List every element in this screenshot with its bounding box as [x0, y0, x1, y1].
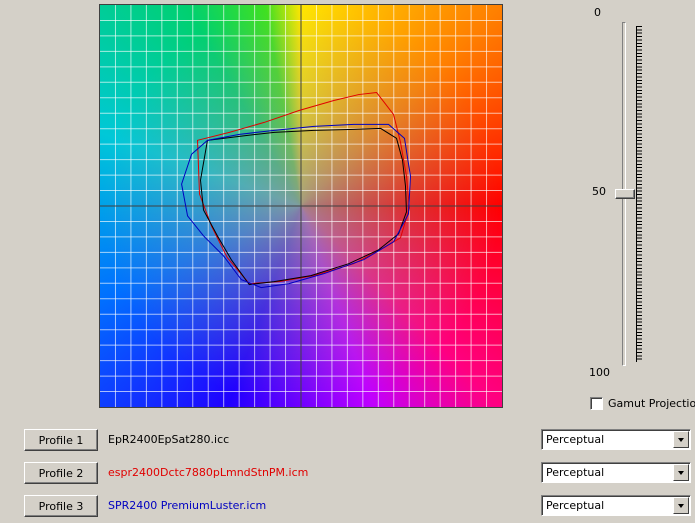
profile-2-intent-value: Perceptual	[546, 466, 605, 479]
lightness-slider-thumb[interactable]	[615, 189, 635, 199]
gamut-projection-label: Gamut Projection	[608, 396, 695, 410]
scale-label-max: 100	[589, 366, 610, 379]
chevron-down-icon[interactable]	[673, 464, 689, 481]
gamut-outline-profile-3	[181, 123, 411, 289]
scale-label-min: 0	[594, 6, 601, 19]
chevron-down-icon[interactable]	[673, 431, 689, 448]
profile-1-intent-value: Perceptual	[546, 433, 605, 446]
profile-3-intent-select[interactable]: Perceptual	[541, 495, 691, 516]
profile-1-button[interactable]: Profile 1	[24, 429, 98, 451]
gamut-outline-profile-2	[197, 92, 410, 285]
profile-3-name: SPR2400 PremiumLuster.icm	[108, 499, 267, 512]
profile-2-button[interactable]: Profile 2	[24, 462, 98, 484]
gamut-outlines	[181, 92, 411, 289]
lightness-slider-ticks	[636, 26, 642, 362]
gamut-projection-toggle[interactable]: Gamut Projection	[590, 396, 695, 410]
profile-1-intent-select[interactable]: Perceptual	[541, 429, 691, 450]
lab-color-plane	[99, 4, 503, 408]
chevron-down-icon[interactable]	[673, 497, 689, 514]
scale-label-mid: 50	[592, 185, 606, 198]
gamut-projection-checkbox[interactable]	[590, 396, 603, 410]
profile-2-name: espr2400Dctc7880pLmndStnPM.icm	[108, 466, 309, 479]
profile-row-1: Profile 1 EpR2400EpSat280.icc Perceptual	[24, 429, 692, 451]
profile-3-button[interactable]: Profile 3	[24, 495, 98, 517]
profile-1-name: EpR2400EpSat280.icc	[108, 433, 230, 446]
profile-2-intent-select[interactable]: Perceptual	[541, 462, 691, 483]
profile-3-intent-value: Perceptual	[546, 499, 605, 512]
profile-row-3: Profile 3 SPR2400 PremiumLuster.icm Perc…	[24, 495, 692, 517]
profile-row-2: Profile 2 espr2400Dctc7880pLmndStnPM.icm…	[24, 462, 692, 484]
gamut-outline-profile-1	[199, 127, 407, 286]
